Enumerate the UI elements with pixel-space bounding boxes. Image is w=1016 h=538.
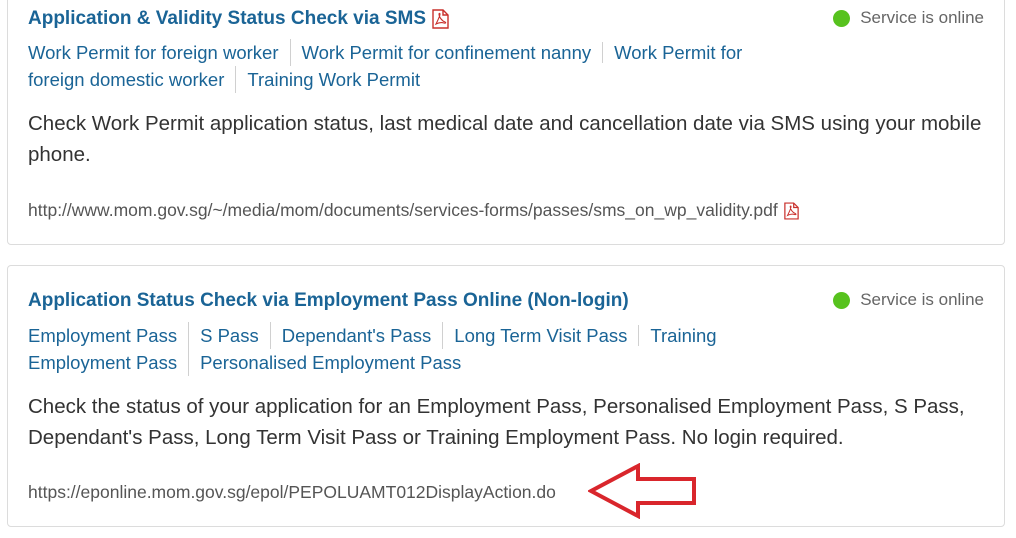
status-text: Service is online [860, 290, 984, 309]
tag-link[interactable]: Work Permit for foreign worker [28, 39, 290, 66]
service-card: Application Status Check via Employment … [7, 265, 1005, 527]
online-status-dot [833, 9, 851, 27]
annotation-arrow-icon [588, 463, 696, 519]
pdf-icon [432, 9, 449, 29]
service-title-link[interactable]: Application & Validity Status Check via … [28, 8, 449, 30]
service-url[interactable]: https://eponline.mom.gov.sg/epol/PEPOLUA… [28, 482, 556, 503]
online-status-dot [833, 291, 851, 309]
pass-type-tags: Employment Pass S Pass Dependant's Pass Lon… [28, 322, 788, 376]
tag-link[interactable]: Training Work Permit [235, 66, 431, 93]
service-title: Application Status Check via Employment … [28, 290, 629, 311]
service-status: Service is online [833, 290, 984, 310]
tag-link[interactable]: Employment Pass [28, 322, 188, 349]
service-description: Check Work Permit application status, la… [28, 112, 982, 166]
tag-link[interactable]: Work Permit for confinement nanny [289, 39, 603, 66]
service-status: Service is online [833, 8, 984, 28]
status-text: Service is online [860, 8, 984, 27]
service-description: Check the status of your application for… [28, 395, 965, 449]
tag-link[interactable]: S Pass [188, 322, 270, 349]
service-url-text: http://www.mom.gov.sg/~/media/mom/docume… [28, 200, 778, 220]
service-title-link[interactable]: Application Status Check via Employment … [28, 290, 629, 312]
tag-link[interactable]: Dependant's Pass [269, 322, 443, 349]
tag-link[interactable]: Long Term Visit Pass [442, 322, 638, 349]
tag-link[interactable]: Personalised Employment Pass [188, 349, 472, 376]
service-url-text: https://eponline.mom.gov.sg/epol/PEPOLUA… [28, 482, 556, 502]
pdf-icon [783, 201, 799, 220]
service-title: Application & Validity Status Check via … [28, 8, 427, 29]
service-card: Application & Validity Status Check via … [7, 0, 1005, 245]
service-url[interactable]: http://www.mom.gov.sg/~/media/mom/docume… [28, 200, 799, 221]
pass-type-tags: Work Permit for foreign worker Work Permi… [28, 39, 788, 93]
